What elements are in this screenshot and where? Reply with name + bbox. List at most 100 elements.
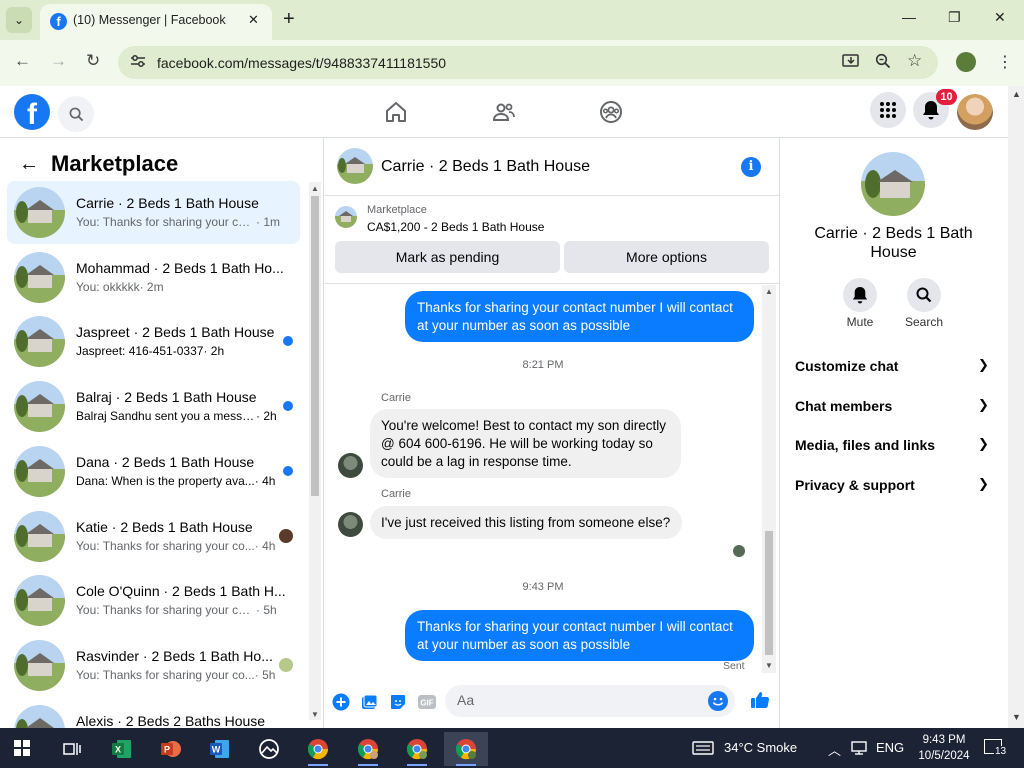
conversation-time: · 5h: [254, 668, 276, 682]
info-icon[interactable]: i: [741, 157, 761, 177]
sender-avatar[interactable]: [338, 512, 363, 537]
incoming-message[interactable]: You're welcome! Best to contact my son d…: [370, 409, 681, 478]
scroll-down-icon[interactable]: ▼: [1012, 712, 1021, 722]
restore-button[interactable]: ❐: [948, 9, 961, 26]
windows-start-icon[interactable]: [14, 740, 30, 756]
mute-button[interactable]: [843, 278, 877, 312]
media-files-links-row[interactable]: Media, files and links ❯: [795, 436, 995, 461]
chat-title[interactable]: Carrie · 2 Beds 1 Bath House: [381, 158, 590, 176]
page-scrollbar[interactable]: ▲ ▼: [1008, 86, 1024, 728]
bookmark-star-icon[interactable]: ☆: [907, 51, 922, 71]
weather-text[interactable]: 34°C Smoke: [724, 740, 797, 755]
scroll-up-icon[interactable]: ▲: [1012, 89, 1021, 99]
tab-search-button[interactable]: ⌄: [6, 7, 32, 33]
back-arrow-icon[interactable]: ←: [19, 153, 39, 176]
scroll-down-icon[interactable]: ▼: [311, 710, 319, 719]
system-clock[interactable]: 9:43 PM 10/5/2024: [916, 732, 972, 764]
customize-chat-row[interactable]: Customize chat ❯: [795, 357, 995, 382]
message-input[interactable]: [457, 692, 697, 708]
conversation-list-scrollbar[interactable]: ▲ ▼: [309, 182, 321, 720]
message-thread-scrollbar[interactable]: ▲ ▼: [762, 285, 776, 673]
network-icon[interactable]: [850, 741, 868, 758]
conversation-item[interactable]: Cole O'Quinn · 2 Beds 1 Bath H... You: T…: [7, 569, 300, 632]
conversation-photo[interactable]: [861, 152, 925, 216]
mark-as-pending-button[interactable]: Mark as pending: [335, 241, 560, 273]
more-options-button[interactable]: More options: [564, 241, 769, 273]
chrome-active-icon[interactable]: [444, 732, 488, 766]
mute-label: Mute: [846, 315, 874, 329]
reload-icon[interactable]: ↻: [86, 51, 100, 71]
search-icon: [69, 107, 83, 121]
photos-app-icon[interactable]: [247, 732, 291, 766]
zoom-icon[interactable]: [875, 53, 891, 73]
listing-thumbnail[interactable]: [335, 206, 357, 228]
outgoing-message[interactable]: Thanks for sharing your contact number I…: [405, 610, 754, 661]
chrome-profile-2-icon[interactable]: [346, 732, 390, 766]
unread-dot-icon: [283, 466, 293, 476]
task-view-icon[interactable]: [50, 732, 94, 766]
house-thumbnail: [14, 511, 65, 562]
minimize-button[interactable]: —: [902, 9, 916, 25]
gif-icon[interactable]: GIF: [417, 692, 437, 712]
incoming-message[interactable]: I've just received this listing from som…: [370, 506, 683, 539]
facebook-search-button[interactable]: [58, 96, 94, 132]
address-bar[interactable]: facebook.com/messages/t/9488337411181550…: [118, 46, 938, 79]
photo-icon[interactable]: [359, 692, 379, 712]
excel-icon[interactable]: X: [100, 732, 144, 766]
conversation-item[interactable]: Mohammad · 2 Beds 1 Bath Ho... You: okkk…: [7, 246, 300, 309]
scroll-down-icon[interactable]: ▼: [765, 661, 773, 670]
home-icon[interactable]: [382, 98, 410, 126]
conversation-item[interactable]: Balraj · 2 Beds 1 Bath House Balraj Sand…: [7, 375, 300, 438]
groups-icon[interactable]: [597, 98, 625, 126]
scroll-up-icon[interactable]: ▲: [765, 287, 773, 296]
sticker-icon[interactable]: [388, 692, 408, 712]
scrollbar-thumb[interactable]: [311, 196, 319, 496]
conversation-item[interactable]: Rasvinder · 2 Beds 1 Bath Ho... You: Tha…: [7, 634, 300, 697]
chat-members-row[interactable]: Chat members ❯: [795, 397, 995, 422]
chrome-menu-icon[interactable]: ⋮: [997, 52, 1013, 72]
grid-icon: [880, 102, 896, 118]
notification-count: 13: [994, 746, 1008, 757]
new-tab-button[interactable]: +: [283, 8, 295, 30]
install-app-icon[interactable]: [842, 53, 860, 73]
browser-tab[interactable]: f (10) Messenger | Facebook ✕: [40, 4, 272, 40]
chrome-profile-icon[interactable]: [956, 52, 976, 72]
conversation-details-panel: Carrie · 2 Beds 1 Bath House Mute Search…: [781, 138, 1008, 728]
conversation-item[interactable]: Katie · 2 Beds 1 Bath House You: Thanks …: [7, 505, 300, 568]
privacy-support-row[interactable]: Privacy & support ❯: [795, 476, 995, 501]
word-icon[interactable]: W: [198, 732, 242, 766]
thumbs-up-icon[interactable]: [750, 690, 770, 710]
facebook-logo-icon[interactable]: f: [14, 94, 50, 131]
conversation-item[interactable]: Dana · 2 Beds 1 Bath House Dana: When is…: [7, 440, 300, 503]
search-in-conversation-button[interactable]: [907, 278, 941, 312]
scrollbar-thumb[interactable]: [765, 531, 773, 655]
chat-avatar[interactable]: [337, 148, 373, 184]
scroll-up-icon[interactable]: ▲: [311, 184, 319, 193]
account-avatar[interactable]: [957, 94, 993, 130]
tab-close-button[interactable]: ✕: [248, 12, 259, 28]
conversation-item[interactable]: Jaspreet · 2 Beds 1 Bath House Jaspreet:…: [7, 310, 300, 373]
chrome-profile-3-icon[interactable]: [395, 732, 439, 766]
plus-circle-icon[interactable]: [331, 692, 351, 712]
url-text[interactable]: facebook.com/messages/t/9488337411181550: [157, 55, 446, 71]
language-indicator[interactable]: ENG: [876, 740, 904, 755]
powerpoint-icon[interactable]: P: [149, 732, 193, 766]
site-info-icon[interactable]: [130, 54, 146, 71]
friends-icon[interactable]: [490, 98, 518, 126]
forward-arrow-icon[interactable]: →: [50, 51, 67, 71]
weather-icon[interactable]: [692, 740, 714, 759]
chevron-up-icon[interactable]: ︿: [828, 740, 841, 759]
conversation-item[interactable]: Alexis · 2 Beds 2 Baths House: [7, 699, 300, 728]
close-window-button[interactable]: ✕: [994, 9, 1006, 26]
house-thumbnail: [14, 575, 65, 626]
conversation-preview: You: okkkkk· 2m: [76, 280, 164, 294]
sender-avatar[interactable]: [338, 453, 363, 478]
outgoing-message[interactable]: Thanks for sharing your contact number I…: [405, 291, 754, 342]
windows-taskbar: X P W 34°C Smoke ︿ ENG 9:43 PM 10/5/2024…: [0, 728, 1024, 768]
chrome-icon[interactable]: [296, 732, 340, 766]
emoji-icon[interactable]: [708, 691, 728, 711]
listing-price-title[interactable]: CA$1,200 - 2 Beds 1 Bath House: [367, 220, 544, 234]
back-arrow-icon[interactable]: ←: [14, 51, 31, 71]
conversation-item[interactable]: Carrie · 2 Beds 1 Bath House You: Thanks…: [7, 181, 300, 244]
menu-grid-button[interactable]: [870, 92, 906, 128]
